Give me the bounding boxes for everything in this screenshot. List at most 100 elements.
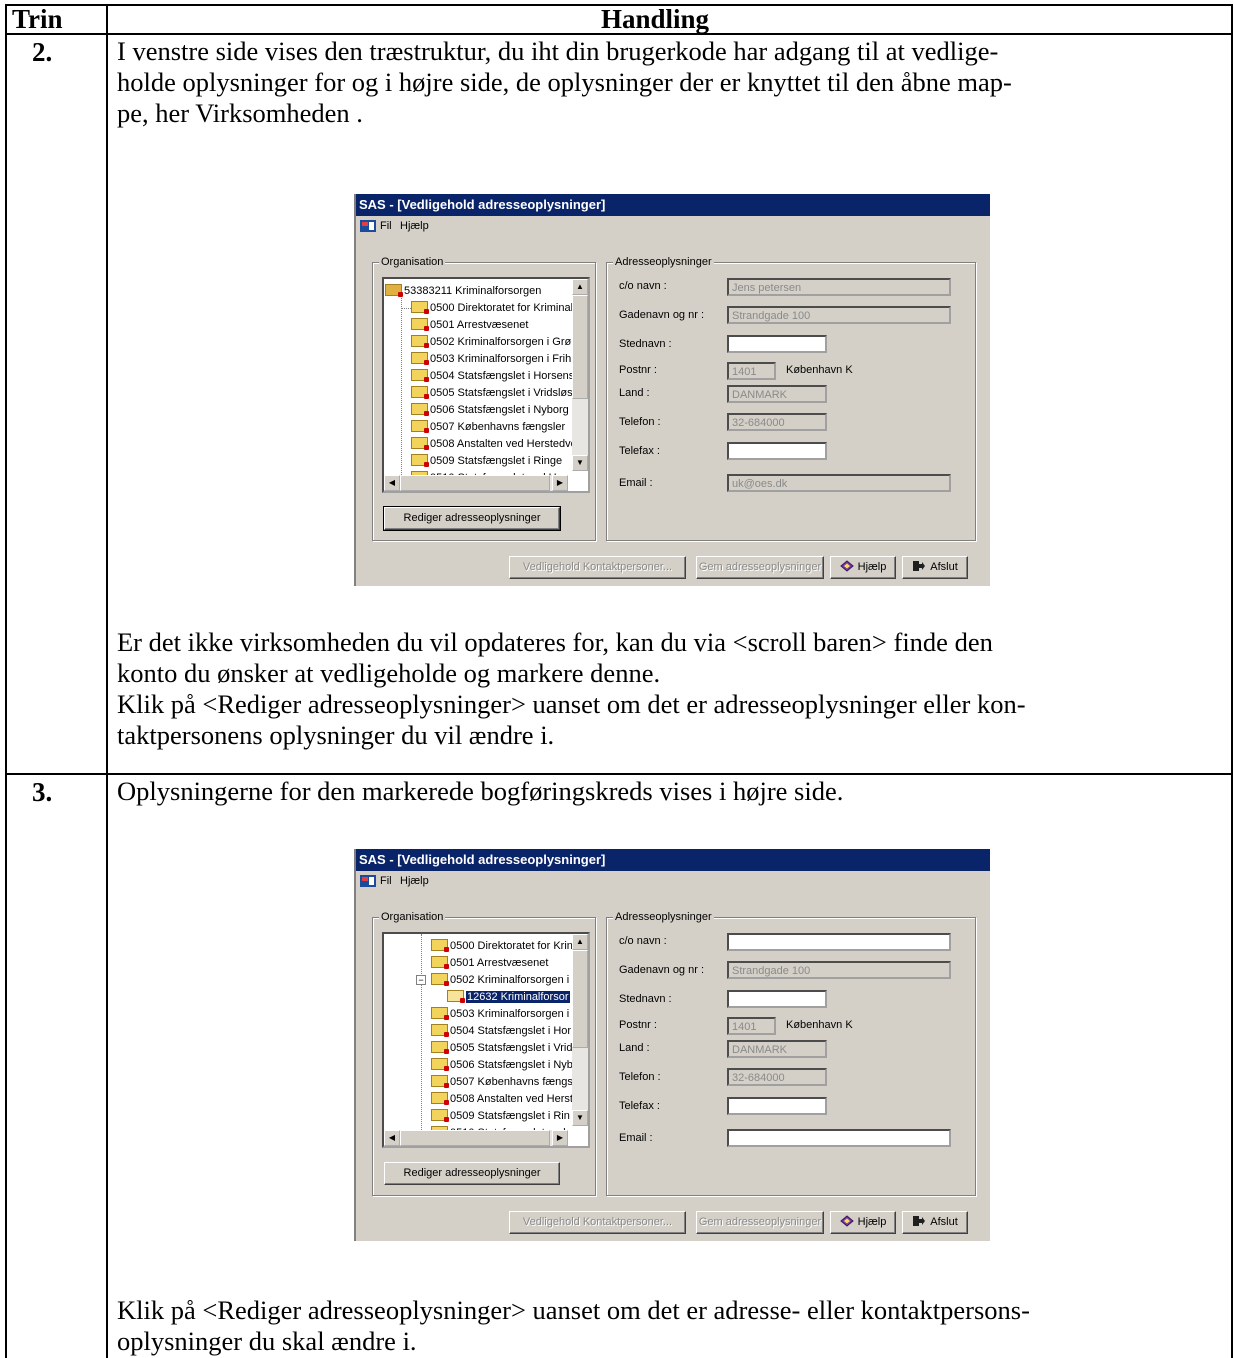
folder-icon xyxy=(431,1075,449,1088)
edit-address-button[interactable]: Rediger adresseoplysninger xyxy=(383,506,561,531)
tree-vertical-scrollbar[interactable]: ▲ ▼ xyxy=(572,934,588,1126)
organisation-tree[interactable]: 53383211 Kriminalforsorgen 0500 Direktor… xyxy=(382,277,590,493)
tree-horizontal-scrollbar[interactable]: ◀ ▶ xyxy=(384,1130,568,1146)
tree-item[interactable]: 0508 Anstalten ved Herstedve xyxy=(401,435,577,453)
country-field[interactable]: DANMARK xyxy=(727,385,827,403)
tree-item[interactable]: 0507 Københavns fængs xyxy=(431,1073,573,1091)
scroll-thumb[interactable] xyxy=(400,1130,550,1146)
folder-icon xyxy=(431,939,449,952)
tree-item[interactable]: 0505 Statsfængslet i Vrid xyxy=(431,1039,573,1057)
tree-item[interactable]: 0501 Arrestvæsenet xyxy=(401,316,528,334)
co-name-field[interactable] xyxy=(727,933,951,951)
organisation-group-label: Organisation xyxy=(379,255,446,269)
tree-item[interactable]: 0500 Direktoratet for Kriminal xyxy=(401,299,573,317)
menu-file[interactable]: Fil xyxy=(380,871,392,891)
tree-item[interactable]: 0505 Statsfængslet i Vridsløs xyxy=(401,384,573,402)
scroll-down-arrow-icon[interactable]: ▼ xyxy=(572,455,588,471)
save-address-button[interactable]: Gem adresseoplysninger xyxy=(696,1211,824,1234)
tree-item[interactable]: 0506 Statsfængslet i Nyb xyxy=(431,1056,573,1074)
exit-door-icon xyxy=(913,561,926,571)
city-label: København K xyxy=(786,1019,853,1031)
folder-icon xyxy=(431,1058,449,1071)
tree-item[interactable]: 0500 Direktoratet for Krin xyxy=(431,937,573,955)
tree-item[interactable]: 0502 Kriminalforsorgen i Grø xyxy=(401,333,571,351)
scroll-left-arrow-icon[interactable]: ◀ xyxy=(384,1130,400,1146)
folder-icon xyxy=(411,403,429,416)
street-field[interactable]: Strandgade 100 xyxy=(727,961,951,979)
scroll-thumb[interactable] xyxy=(572,950,588,1048)
co-name-label: c/o navn : xyxy=(619,935,667,947)
co-name-field[interactable]: Jens petersen xyxy=(727,278,951,296)
scroll-right-arrow-icon[interactable]: ▶ xyxy=(552,475,568,491)
fax-label: Telefax : xyxy=(619,445,660,457)
tree-item[interactable]: 53383211 Kriminalforsorgen xyxy=(385,282,541,300)
street-field[interactable]: Strandgade 100 xyxy=(727,306,951,324)
tree-item[interactable]: 0503 Kriminalforsorgen i Frih xyxy=(401,350,571,368)
tree-vertical-scrollbar[interactable]: ▲ ▼ xyxy=(572,279,588,471)
collapse-toggle[interactable]: − xyxy=(416,975,426,985)
exit-button[interactable]: Afslut xyxy=(902,1211,968,1234)
fax-field[interactable] xyxy=(727,1097,827,1115)
step-text: Klik på <Rediger adresseoplysninger> uan… xyxy=(117,1295,1227,1357)
country-field[interactable]: DANMARK xyxy=(727,1040,827,1058)
menu-help[interactable]: Hjælp xyxy=(400,871,429,891)
phone-field[interactable]: 32-684000 xyxy=(727,413,827,431)
tree-horizontal-scrollbar[interactable]: ◀ ▶ xyxy=(384,475,568,491)
zip-field[interactable]: 1401 xyxy=(727,362,776,380)
tree-item[interactable]: 0508 Anstalten ved Herst xyxy=(431,1090,573,1108)
folder-icon xyxy=(411,454,429,467)
phone-label: Telefon : xyxy=(619,416,661,428)
email-field[interactable] xyxy=(727,1129,951,1147)
app-icon xyxy=(360,220,376,232)
email-label: Email : xyxy=(619,477,653,489)
folder-icon xyxy=(431,1092,449,1105)
menu-help[interactable]: Hjælp xyxy=(400,216,429,236)
scroll-thumb[interactable] xyxy=(572,295,588,399)
step-text: Oplysningerne for den markerede bogførin… xyxy=(117,776,1227,807)
tree-item-selected[interactable]: 12632 Kriminalforsor xyxy=(447,988,570,1006)
scroll-up-arrow-icon[interactable]: ▲ xyxy=(572,934,588,950)
organisation-tree[interactable]: 0500 Direktoratet for Krin 0501 Arrestvæ… xyxy=(382,932,590,1148)
place-label: Stednavn : xyxy=(619,338,672,350)
help-button[interactable]: Hjælp xyxy=(830,556,896,579)
scroll-right-arrow-icon[interactable]: ▶ xyxy=(552,1130,568,1146)
tree-item[interactable]: 0509 Statsfængslet i Rin xyxy=(431,1107,570,1125)
place-field[interactable] xyxy=(727,990,827,1008)
exit-button[interactable]: Afslut xyxy=(902,556,968,579)
save-address-button[interactable]: Gem adresseoplysninger xyxy=(696,556,824,579)
zip-field[interactable]: 1401 xyxy=(727,1017,776,1035)
step-number: 3. xyxy=(32,777,53,807)
window-title: SAS - [Vedligehold adresseoplysninger] xyxy=(356,194,990,216)
scroll-thumb[interactable] xyxy=(400,475,550,491)
menu-file[interactable]: Fil xyxy=(380,216,392,236)
step-text: Er det ikke virksomheden du vil opdatere… xyxy=(117,627,1227,751)
tree-item[interactable]: 0504 Statsfængslet i Hor xyxy=(431,1022,571,1040)
email-field[interactable]: uk@oes.dk xyxy=(727,474,951,492)
edit-address-button[interactable]: Rediger adresseoplysninger xyxy=(384,1162,560,1185)
maintain-contacts-button[interactable]: Vedligehold Kontaktpersoner... xyxy=(509,1211,686,1234)
menu-bar: Fil Hjælp xyxy=(356,216,990,236)
help-book-icon xyxy=(839,560,854,572)
email-label: Email : xyxy=(619,1132,653,1144)
tree-item[interactable]: 0501 Arrestvæsenet xyxy=(431,954,548,972)
tree-item[interactable]: 0502 Kriminalforsorgen i xyxy=(431,971,569,989)
folder-icon xyxy=(411,318,429,331)
tree-item[interactable]: 0507 Københavns fængsler xyxy=(401,418,565,436)
tree-item[interactable]: 0509 Statsfængslet i Ringe xyxy=(401,452,562,470)
phone-field[interactable]: 32-684000 xyxy=(727,1068,827,1086)
maintain-contacts-button[interactable]: Vedligehold Kontaktpersoner... xyxy=(509,556,686,579)
text-line: Er det ikke virksomheden du vil opdatere… xyxy=(117,627,993,657)
column-header-step: Trin xyxy=(12,4,63,34)
help-button[interactable]: Hjælp xyxy=(830,1211,896,1234)
tree-item[interactable]: 0503 Kriminalforsorgen i xyxy=(431,1005,569,1023)
scroll-left-arrow-icon[interactable]: ◀ xyxy=(384,475,400,491)
fax-field[interactable] xyxy=(727,442,827,460)
tree-item[interactable]: 0504 Statsfængslet i Horsens xyxy=(401,367,574,385)
tree-item[interactable]: 0506 Statsfængslet i Nyborg xyxy=(401,401,569,419)
scroll-up-arrow-icon[interactable]: ▲ xyxy=(572,279,588,295)
country-label: Land : xyxy=(619,1042,650,1054)
zip-label: Postnr : xyxy=(619,364,657,376)
scroll-down-arrow-icon[interactable]: ▼ xyxy=(572,1110,588,1126)
folder-icon xyxy=(411,386,429,399)
place-field[interactable] xyxy=(727,335,827,353)
